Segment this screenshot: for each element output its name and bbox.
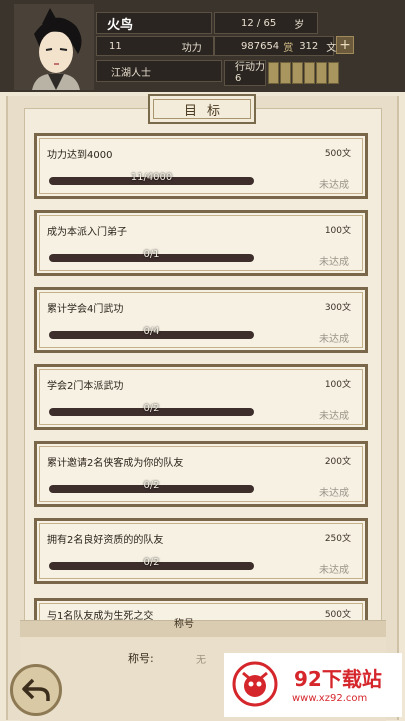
action-point-box: [280, 62, 291, 84]
action-point-box: [328, 62, 339, 84]
goal-progress-text: 0/4: [143, 326, 160, 337]
goal-progress-text: 0/2: [143, 403, 160, 414]
back-button[interactable]: [10, 664, 62, 716]
level-cell: 11 功力: [96, 36, 214, 56]
watermark-name: 92下载站: [294, 667, 382, 691]
power-value: 987654: [241, 40, 280, 52]
goal-status: 未达成: [319, 488, 349, 499]
goal-text: 学会2门本派武功: [47, 381, 124, 392]
coins-value: 312: [299, 40, 319, 52]
action-value: 6: [235, 73, 242, 84]
goal-status: 未达成: [319, 257, 349, 268]
action-cell: 行动力 6: [224, 60, 266, 86]
player-header: 火鸟 12 / 65 岁 11 功力 987654 赏 312 文 + 江湖人士…: [0, 0, 405, 92]
coin-unit: 文: [326, 42, 337, 54]
identity-cell: 江湖人士: [96, 60, 222, 82]
goal-text: 累计邀请2名侠客成为你的队友: [47, 458, 184, 469]
player-name: 火鸟: [107, 17, 134, 33]
goal-card: 学会2门本派武功 100文 0/2 未达成: [34, 364, 368, 430]
goals-title-tab: 目标: [148, 94, 256, 124]
age-unit: 岁: [294, 19, 305, 31]
add-coins-button[interactable]: +: [336, 36, 354, 54]
goal-status: 未达成: [319, 334, 349, 345]
goal-progress-text: 0/2: [143, 557, 160, 568]
power-label: 功力: [181, 42, 202, 54]
goal-text: 成为本派入门弟子: [47, 227, 127, 238]
goal-progress-text: 0/2: [143, 480, 160, 491]
goal-text: 累计学会4门武功: [47, 304, 124, 315]
goal-status: 未达成: [319, 411, 349, 422]
goal-status: 未达成: [319, 180, 349, 191]
goal-reward: 100文: [324, 226, 351, 236]
goal-status: 未达成: [319, 565, 349, 576]
goal-progress-text: 11/4000: [130, 172, 173, 183]
goal-reward: 200文: [324, 457, 351, 467]
title-value: 无: [196, 655, 206, 666]
goal-card: 成为本派入门弟子 100文 0/1 未达成: [34, 210, 368, 276]
goal-card: 拥有2名良好资质的的队友 250文 0/2 未达成: [34, 518, 368, 584]
action-point-box: [292, 62, 303, 84]
title-panel-heading: 称号: [174, 619, 194, 630]
player-age: 12 / 65: [241, 17, 277, 29]
goal-text: 拥有2名良好资质的的队友: [47, 535, 164, 546]
action-point-box: [304, 62, 315, 84]
player-level: 11: [109, 40, 122, 52]
action-point-box: [316, 62, 327, 84]
goal-card: 功力达到4000 500文 11/4000 未达成: [34, 133, 368, 199]
title-label: 称号:: [128, 652, 154, 665]
back-arrow-icon: [22, 678, 50, 701]
age-cell: 12 / 65 岁: [214, 12, 318, 34]
goal-text: 功力达到4000: [47, 150, 113, 161]
player-identity: 江湖人士: [111, 67, 151, 79]
title-panel-header: [20, 621, 386, 637]
goal-card: 累计邀请2名侠客成为你的队友 200文 0/2 未达成: [34, 441, 368, 507]
watermark-logo-icon: [232, 661, 278, 707]
name-cell: 火鸟: [96, 12, 212, 34]
goal-reward: 250文: [324, 534, 351, 544]
power-cell: 987654 赏 312 文: [214, 36, 337, 56]
watermark: 92下载站 www.xz92.com: [224, 653, 402, 717]
goal-card: 累计学会4门武功 300文 0/4 未达成: [34, 287, 368, 353]
goal-reward: 100文: [324, 380, 351, 390]
goal-progress-text: 0/1: [143, 249, 160, 260]
goal-reward: 500文: [324, 610, 351, 620]
goals-title: 目标: [183, 103, 230, 119]
currency-label: 赏: [283, 42, 294, 54]
goal-reward: 300文: [324, 303, 351, 313]
player-avatar[interactable]: [14, 4, 94, 90]
action-point-box: [268, 62, 279, 84]
watermark-url: www.xz92.com: [292, 693, 368, 704]
goal-reward: 500文: [324, 149, 351, 159]
action-label: 行动力: [235, 62, 265, 73]
